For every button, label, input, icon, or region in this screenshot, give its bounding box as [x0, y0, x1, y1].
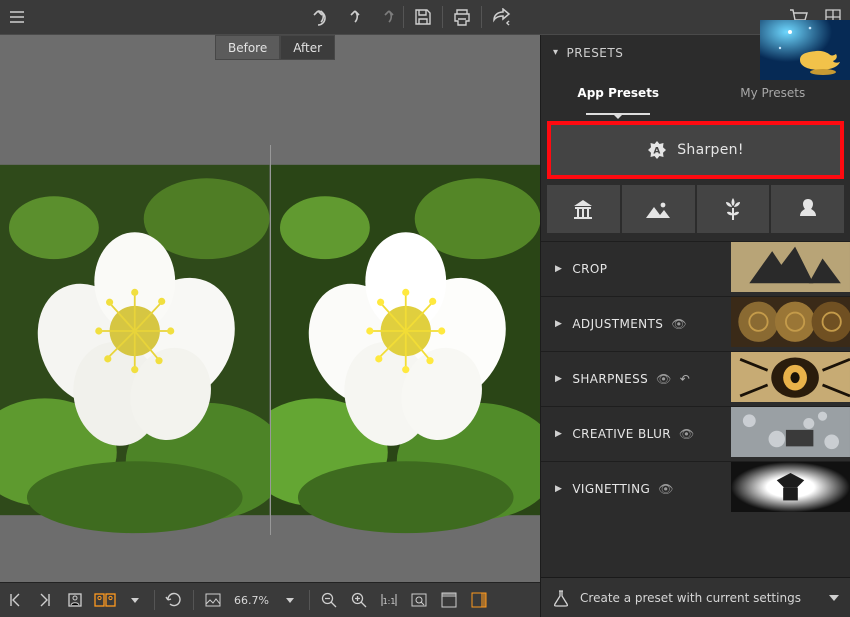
section-adjustments-thumb [731, 297, 850, 347]
panels-icon[interactable] [464, 583, 494, 617]
category-portrait-icon[interactable] [771, 185, 844, 233]
hamburger-menu-icon[interactable] [0, 0, 34, 35]
prev-image-icon[interactable] [0, 583, 30, 617]
canvas-area: Before After [0, 35, 540, 617]
next-image-icon[interactable] [30, 583, 60, 617]
save-icon[interactable] [406, 0, 440, 35]
zoom-in-icon[interactable] [344, 583, 374, 617]
single-view-icon[interactable] [60, 583, 90, 617]
presets-title: PRESETS [567, 46, 624, 60]
fit-screen-icon[interactable] [198, 583, 228, 617]
section-crop-label: CROP [572, 262, 607, 276]
share-icon[interactable] [484, 0, 518, 35]
svg-text:1:1: 1:1 [383, 597, 396, 606]
right-panel: ▾ PRESETS App Presets My Presets A Sharp… [540, 35, 850, 617]
sharpen-label: Sharpen! [677, 142, 743, 158]
chevron-down-icon [829, 593, 839, 603]
tab-app-presets[interactable]: App Presets [541, 70, 696, 115]
section-crop[interactable]: ▶CROP [541, 241, 850, 296]
visibility-icon[interactable]: 👁 [679, 427, 695, 441]
reset-icon[interactable]: ↶ [680, 372, 690, 386]
section-crop-thumb [731, 242, 850, 292]
svg-text:A: A [654, 147, 661, 157]
section-vignetting-label: VIGNETTING [572, 482, 650, 496]
sharpen-preset-button[interactable]: A Sharpen! [551, 125, 840, 175]
visibility-icon[interactable]: 👁 [671, 317, 687, 331]
split-view-icon[interactable] [90, 583, 120, 617]
status-bar: 66.7% 1:1 [0, 582, 540, 617]
auto-badge-icon: A [647, 140, 667, 160]
preset-tabs: App Presets My Presets [541, 70, 850, 115]
category-landscape-icon[interactable] [622, 185, 695, 233]
tab-my-presets[interactable]: My Presets [696, 70, 850, 115]
create-preset-label: Create a preset with current settings [580, 591, 801, 605]
navigator-icon[interactable] [434, 583, 464, 617]
section-sharpness[interactable]: ▶SHARPNESS 👁 ↶ [541, 351, 850, 406]
before-after-tab-group: Before After [215, 35, 335, 60]
redo-icon[interactable] [333, 0, 367, 35]
category-macro-icon[interactable] [697, 185, 770, 233]
section-vignetting-thumb [731, 462, 850, 512]
flask-icon [552, 589, 570, 607]
section-vignetting[interactable]: ▶VIGNETTING 👁 [541, 461, 850, 516]
zoom-level: 66.7% [228, 594, 275, 607]
tab-before[interactable]: Before [215, 35, 280, 60]
section-creative-blur[interactable]: ▶CREATIVE BLUR 👁 [541, 406, 850, 461]
category-icon-row [541, 181, 850, 241]
top-toolbar [0, 0, 850, 35]
section-adjustments-label: ADJUSTMENTS [572, 317, 663, 331]
print-icon[interactable] [445, 0, 479, 35]
collapse-icon: ▾ [553, 47, 559, 58]
before-image [0, 145, 271, 535]
category-architecture-icon[interactable] [547, 185, 620, 233]
after-image [271, 145, 541, 535]
actual-size-icon[interactable]: 1:1 [374, 583, 404, 617]
section-sharpness-label: SHARPNESS [572, 372, 648, 386]
section-creative-blur-label: CREATIVE BLUR [572, 427, 671, 441]
undo-icon[interactable] [299, 0, 333, 35]
presets-header[interactable]: ▾ PRESETS [541, 35, 850, 70]
image-compare-split[interactable] [0, 145, 540, 535]
create-preset-button[interactable]: Create a preset with current settings [541, 577, 850, 617]
zoom-to-fit-icon[interactable] [404, 583, 434, 617]
zoom-dropdown-icon[interactable] [275, 583, 305, 617]
rotate-icon[interactable] [159, 583, 189, 617]
highlight-box: A Sharpen! [547, 121, 844, 179]
visibility-icon[interactable]: 👁 [658, 482, 674, 496]
section-adjustments[interactable]: ▶ADJUSTMENTS 👁 [541, 296, 850, 351]
visibility-icon[interactable]: 👁 [656, 372, 672, 386]
section-creative-blur-thumb [731, 407, 850, 457]
tab-after[interactable]: After [280, 35, 335, 60]
section-sharpness-thumb [731, 352, 850, 402]
view-dropdown-icon[interactable] [120, 583, 150, 617]
zoom-out-icon[interactable] [314, 583, 344, 617]
history-icon[interactable] [367, 0, 401, 35]
